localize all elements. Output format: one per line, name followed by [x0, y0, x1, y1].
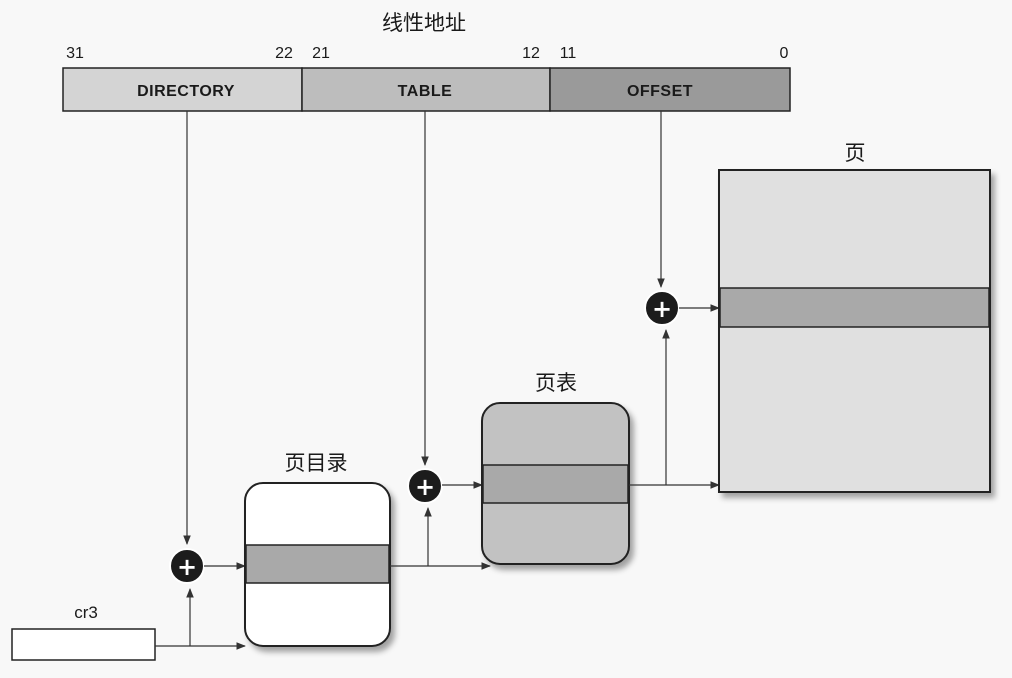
- page-directory: [244, 482, 391, 647]
- page-label: 页: [845, 141, 866, 165]
- cr3-label: cr3: [74, 603, 98, 622]
- page-table-label: 页表: [535, 371, 577, 395]
- paging-diagram: 线性地址 31 22 21 12 11 0 DIRECTORY TABLE OF…: [0, 0, 1012, 678]
- adder-3: +: [644, 290, 680, 326]
- page-box: [718, 169, 991, 493]
- adder-1: +: [169, 548, 205, 584]
- page-directory-entry: [245, 544, 390, 584]
- page-entry: [719, 287, 990, 328]
- bit-label-11: 11: [560, 45, 577, 62]
- bit-label-21: 21: [312, 45, 330, 62]
- plus-icon: +: [652, 295, 672, 323]
- directory-field-label: DIRECTORY: [137, 83, 235, 100]
- page-table-entry: [482, 464, 629, 504]
- bit-label-22: 22: [275, 45, 293, 62]
- linear-address-title: 线性地址: [382, 11, 466, 35]
- cr3-register: [11, 628, 156, 661]
- bit-label-31: 31: [66, 45, 84, 62]
- plus-icon: +: [415, 473, 435, 501]
- page: [718, 169, 991, 493]
- bit-label-12: 12: [522, 45, 540, 62]
- linear-address-bar: DIRECTORY TABLE OFFSET: [62, 67, 791, 112]
- table-field-label: TABLE: [398, 83, 453, 100]
- offset-field-label: OFFSET: [627, 83, 693, 100]
- plus-icon: +: [177, 553, 197, 581]
- page-directory-label: 页目录: [285, 451, 348, 475]
- diagram-canvas: 线性地址 31 22 21 12 11 0 DIRECTORY TABLE OF…: [11, 11, 991, 661]
- adder-2: +: [407, 468, 443, 504]
- bit-label-0: 0: [780, 45, 789, 62]
- page-table: [481, 402, 630, 565]
